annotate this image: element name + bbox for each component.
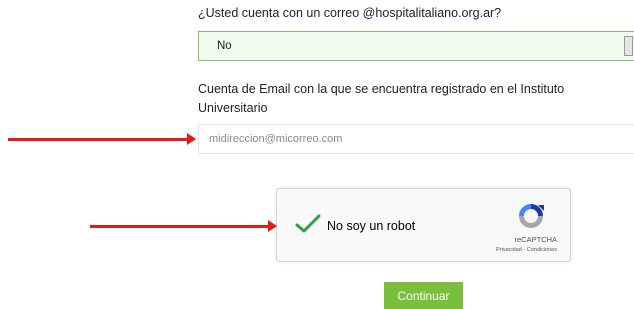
registered-email-input[interactable]: [198, 124, 634, 154]
hospital-email-select[interactable]: No: [198, 31, 634, 61]
dropdown-arrow-icon[interactable]: [624, 36, 633, 56]
red-arrow-icon: [90, 220, 277, 232]
recaptcha-widget: No soy un robot reCAPTCHA Privacidad - C…: [276, 188, 571, 262]
continue-button[interactable]: Continuar: [384, 282, 463, 309]
recaptcha-brand-text: reCAPTCHA: [514, 235, 557, 244]
registered-email-label: Cuenta de Email con la que se encuentra …: [198, 82, 565, 115]
recaptcha-checkbox-label: No soy un robot: [327, 219, 416, 233]
hospital-email-select-value: No: [217, 40, 232, 52]
hospital-email-question-label: ¿Usted cuenta con un correo @hospitalita…: [198, 6, 502, 20]
red-arrow-icon: [8, 133, 196, 145]
checkmark-icon[interactable]: [295, 214, 321, 234]
recaptcha-privacy-terms-links[interactable]: Privacidad - Condiciones: [496, 247, 557, 253]
recaptcha-logo-icon: [519, 204, 544, 228]
